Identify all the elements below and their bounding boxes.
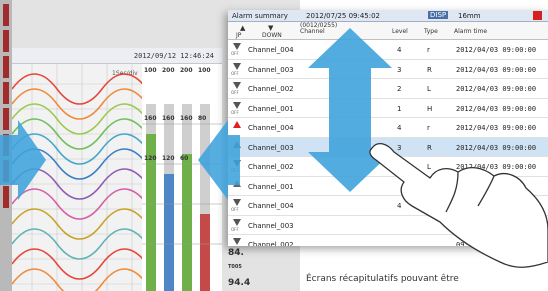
horizontal-double-arrow-icon <box>0 120 240 200</box>
stage: 2012/09/12 12:46:24 1Sec/div 100 200 200… <box>0 0 548 291</box>
touch-hand-icon <box>369 142 548 268</box>
gesture-overlay <box>0 28 548 268</box>
vertical-double-arrow-icon <box>308 28 392 192</box>
caption-text: Écrans récapitulatifs pouvant être <box>306 274 459 284</box>
